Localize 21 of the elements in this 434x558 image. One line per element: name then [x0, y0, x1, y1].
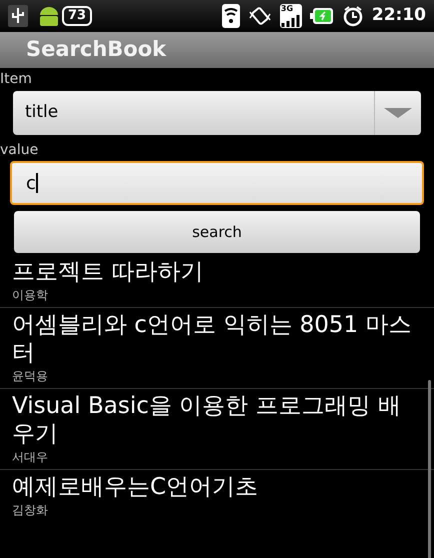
book-title[interactable]: 예제로배우는C언어기초	[12, 473, 422, 501]
vibrate-icon	[248, 6, 272, 26]
book-author: 김창화	[12, 502, 49, 519]
app-title: SearchBook	[26, 36, 166, 64]
value-input[interactable]: c	[10, 161, 424, 205]
book-author: 서대우	[12, 449, 49, 466]
book-author: 윤덕용	[12, 368, 49, 385]
signal-icon: 3G	[280, 4, 302, 28]
book-author: 이용학	[12, 287, 49, 304]
item-dropdown[interactable]: title	[13, 91, 421, 135]
battery-icon	[310, 6, 334, 26]
book-title[interactable]: 어셈블리와 c언어로 익히는 8051 마스터	[12, 311, 422, 367]
wifi-icon	[222, 4, 240, 28]
notification-badge: 73	[62, 6, 92, 26]
search-button[interactable]: search	[14, 211, 420, 253]
book-title[interactable]: Visual Basic을 이용한 프로그래밍 배우기	[12, 392, 422, 448]
field-label: value	[0, 141, 40, 160]
field-label: Item	[0, 70, 33, 89]
book-title[interactable]: 프로젝트 따라하기	[12, 258, 422, 286]
alarm-icon	[342, 5, 364, 27]
clock-time: 22:10	[372, 4, 426, 28]
